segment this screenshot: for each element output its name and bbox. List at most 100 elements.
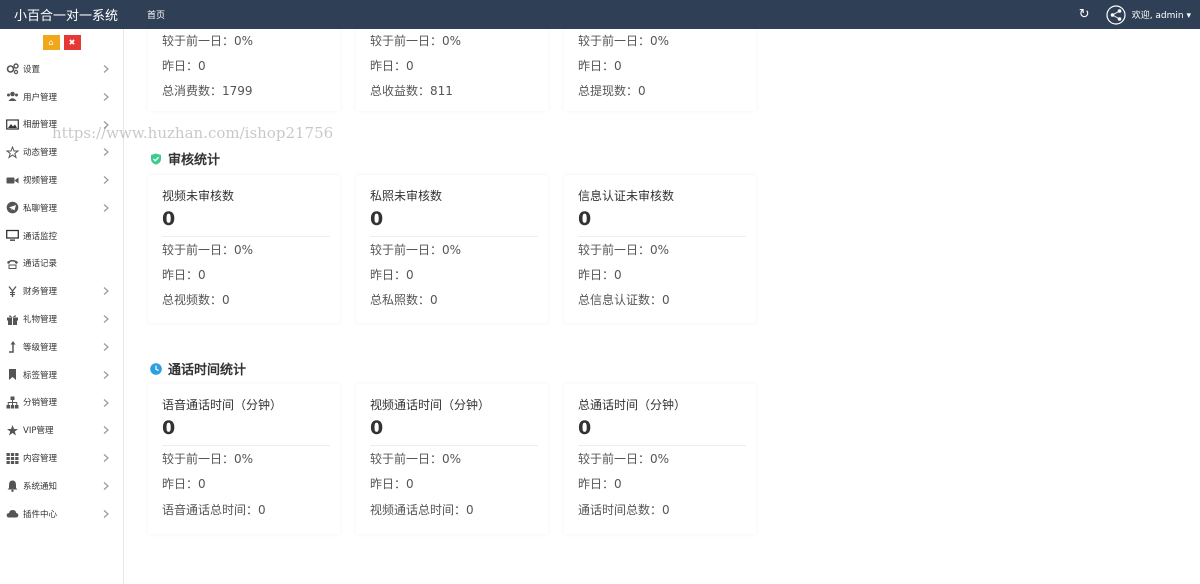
chevron-right-icon [103,315,109,324]
chevron-right-icon [103,287,109,296]
card-total: 总消费数：1799 [162,84,253,98]
gift-icon [6,313,19,326]
section-audit-title: 审核统计 [150,149,220,168]
share-icon[interactable] [1106,4,1126,25]
refresh-icon[interactable]: ↻ [1079,8,1090,21]
call-card-total: 总通话时间（分钟） 0 较于前一日：0% 昨日：0 通话时间总数：0 [564,384,756,534]
card-total: 总收益数：811 [370,84,453,98]
stat-card-consumption: 较于前一日：0% 昨日：0 总消费数：1799 [148,29,340,111]
section-title-text: 通话时间统计 [168,363,247,378]
watermark-text: https://www.huzhan.com/ishop21756 [52,124,334,142]
card-total: 视频通话总时间：0 [370,503,474,517]
user-menu[interactable]: 欢迎, admin ▾ [1132,8,1191,21]
video-camera-icon [6,174,19,187]
home-button[interactable]: ⌂ [42,34,60,50]
card-title: 私照未审核数 [370,189,443,203]
card-divider [578,445,746,446]
sidebar-item-label: 财务管理 [23,287,58,298]
audit-card-video: 视频未审核数 0 较于前一日：0% 昨日：0 总视频数：0 [148,175,340,323]
yen-icon [6,285,19,298]
sidebar-item-settings[interactable]: 设置 [0,55,123,83]
card-divider [370,236,538,237]
chevron-right-icon [103,398,109,407]
chevron-right-icon [103,370,109,379]
clock-icon [150,362,162,375]
card-yesterday: 昨日：0 [370,268,414,282]
card-divider [370,445,538,446]
sidebar-item-call-monitor[interactable]: 通话监控 [0,222,123,250]
chevron-right-icon [103,92,109,101]
delete-button[interactable]: ✖ [63,34,81,50]
sidebar-item-content[interactable]: 内容管理 [0,444,123,472]
sidebar-item-label: 私聊管理 [23,203,58,214]
card-value: 0 [578,208,592,230]
sidebar-item-label: 视频管理 [23,176,58,187]
chevron-right-icon [103,148,109,157]
card-title: 视频通话时间（分钟） [370,398,491,412]
card-total: 总信息认证数：0 [578,293,670,307]
card-compare: 较于前一日：0% [370,452,462,466]
card-total: 语音通话总时间：0 [162,503,266,517]
card-yesterday: 昨日：0 [370,59,414,73]
sidebar-item-label: 通话监控 [23,231,58,242]
sidebar-item-call-records[interactable]: 通话记录 [0,250,123,278]
home-icon: ⌂ [48,37,54,47]
card-yesterday: 昨日：0 [162,477,206,491]
sidebar-item-distribution[interactable]: 分销管理 [0,389,123,417]
card-compare: 较于前一日：0% [578,452,670,466]
card-value: 0 [370,208,384,230]
sidebar-item-notifications[interactable]: 系统通知 [0,472,123,500]
sitemap-icon [6,396,19,409]
tab-home[interactable]: 首页 [147,8,165,21]
top-bar: 小百合一对一系统 首页 ↻ 欢迎, admin ▾ [0,0,1200,29]
card-compare: 较于前一日：0% [578,34,670,48]
card-compare: 较于前一日：0% [370,243,462,257]
sidebar-tools: ⌂ ✖ [0,29,123,55]
phone-record-icon [6,257,19,270]
card-yesterday: 昨日：0 [162,59,206,73]
main-content: 较于前一日：0% 昨日：0 总消费数：1799 较于前一日：0% 昨日：0 总收… [124,29,1200,584]
sidebar-item-levels[interactable]: 等级管理 [0,333,123,361]
card-value: 0 [578,417,592,439]
sidebar-item-videos[interactable]: 视频管理 [0,166,123,194]
card-compare: 较于前一日：0% [370,34,462,48]
card-total: 总视频数：0 [162,293,230,307]
sidebar-item-vip[interactable]: VIP管理 [0,416,123,444]
sidebar-item-label: 设置 [23,64,41,75]
card-divider [578,236,746,237]
sidebar-item-tags[interactable]: 标签管理 [0,361,123,389]
cloud-icon [6,507,19,520]
card-divider [162,236,330,237]
card-yesterday: 昨日：0 [370,477,414,491]
chevron-right-icon [103,454,109,463]
card-compare: 较于前一日：0% [162,243,254,257]
sidebar-item-plugins[interactable]: 插件中心 [0,500,123,528]
trash-icon: ✖ [68,37,76,47]
card-divider [162,445,330,446]
card-title: 总通话时间（分钟） [578,398,687,412]
card-yesterday: 昨日：0 [578,59,622,73]
sidebar-item-label: 礼物管理 [23,315,58,326]
sidebar-item-users[interactable]: 用户管理 [0,83,123,111]
stat-card-income: 较于前一日：0% 昨日：0 总收益数：811 [356,29,548,111]
chevron-right-icon [103,176,109,185]
call-card-video: 视频通话时间（分钟） 0 较于前一日：0% 昨日：0 视频通话总时间：0 [356,384,548,534]
card-yesterday: 昨日：0 [578,268,622,282]
sidebar-item-label: 等级管理 [23,342,58,353]
shield-check-icon [151,153,161,165]
grid-icon [6,452,19,465]
sidebar: ⌂ ✖ 设置 用户管理 相册管理 动态管理 视频管理 私聊管理 通话监控 通话记… [0,29,124,584]
sidebar-item-label: 内容管理 [23,454,58,465]
section-calls-title: 通话时间统计 [150,359,246,378]
card-yesterday: 昨日：0 [578,477,622,491]
level-up-icon [6,340,19,354]
card-title: 语音通话时间（分钟） [162,398,283,412]
app-title: 小百合一对一系统 [14,9,119,24]
sidebar-item-moments[interactable]: 动态管理 [0,138,123,166]
sidebar-item-label: 系统通知 [23,481,58,492]
sidebar-item-gifts[interactable]: 礼物管理 [0,305,123,333]
users-icon [6,90,19,103]
sidebar-item-private-chat[interactable]: 私聊管理 [0,194,123,222]
sidebar-item-finance[interactable]: 财务管理 [0,277,123,305]
card-title: 信息认证未审核数 [578,189,675,203]
